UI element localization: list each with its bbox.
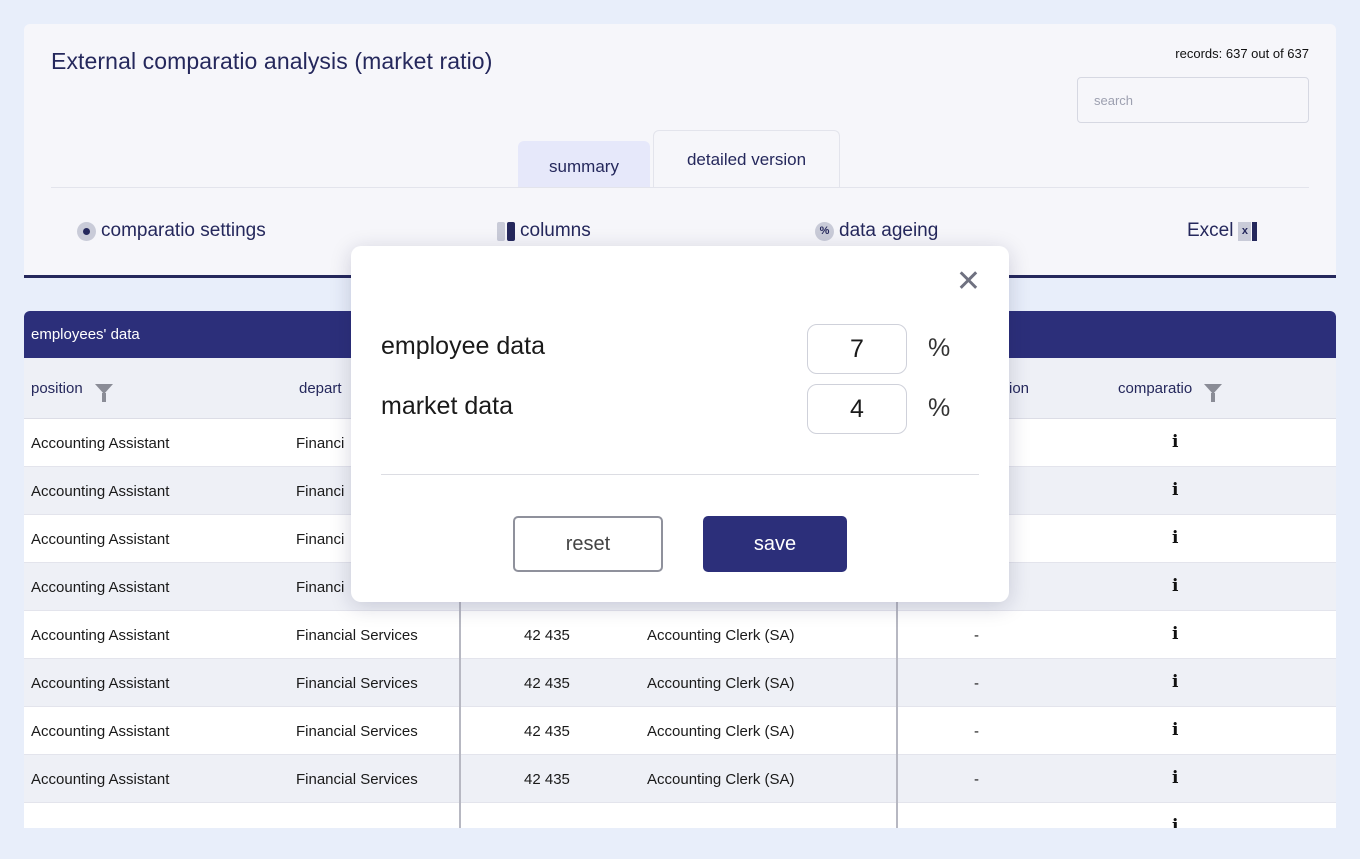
table-row[interactable]: Accounting Assistant Financial Services 42… bbox=[24, 611, 1336, 659]
close-icon[interactable]: ✕ bbox=[956, 264, 981, 299]
tab-detailed-label: detailed version bbox=[686, 149, 807, 169]
gear-icon bbox=[77, 221, 96, 241]
reset-button[interactable]: reset bbox=[513, 516, 663, 572]
cell-market-position: Accounting Clerk (SA) bbox=[647, 675, 795, 692]
percent-icon: % bbox=[815, 221, 834, 241]
info-icon[interactable]: i bbox=[1172, 816, 1178, 828]
cell-salary: 42 435 bbox=[524, 771, 570, 788]
column-market-position-label: ion bbox=[1009, 380, 1030, 397]
column-position[interactable]: position bbox=[31, 380, 113, 402]
cell-position: Accounting Assistant bbox=[31, 579, 170, 596]
info-icon[interactable]: i bbox=[1172, 528, 1178, 548]
cell-position: Accounting Assistant bbox=[31, 675, 170, 692]
column-department-label: depart bbox=[299, 380, 342, 397]
excel-label: Excel bbox=[1187, 220, 1234, 241]
excel-icon-letter: x bbox=[1238, 221, 1252, 241]
comparatio-settings-button[interactable]: comparatio settings bbox=[77, 220, 266, 242]
save-button[interactable]: save bbox=[703, 516, 847, 572]
employees-data-group: employees' data bbox=[31, 326, 140, 343]
cell-position: Accounting Assistant bbox=[31, 435, 170, 452]
column-comparatio-label: comparatio bbox=[1118, 380, 1193, 397]
employee-data-input[interactable] bbox=[807, 324, 907, 374]
table-row[interactable]: Accounting Assistant Financial Services 42… bbox=[24, 659, 1336, 707]
cell-comparatio-value: - bbox=[974, 627, 979, 644]
cell-department: Financial Services bbox=[296, 723, 418, 740]
page-title: External comparatio analysis (market rat… bbox=[51, 48, 493, 74]
cell-salary: 42 435 bbox=[524, 675, 570, 692]
cell-position: Accounting Assistant bbox=[31, 771, 170, 788]
cell-department: Financi bbox=[296, 531, 345, 548]
cell-market-position: Accounting Clerk (SA) bbox=[647, 771, 795, 788]
column-comparatio[interactable]: comparatio bbox=[1118, 380, 1223, 402]
table-row[interactable]: Accounting Assistant Financial Services 42… bbox=[24, 707, 1336, 755]
market-data-input[interactable] bbox=[807, 384, 907, 434]
info-icon[interactable]: i bbox=[1172, 768, 1178, 788]
info-icon[interactable]: i bbox=[1172, 720, 1178, 740]
table-row[interactable]: i bbox=[24, 803, 1336, 828]
excel-icon: x bbox=[1238, 221, 1258, 241]
employee-data-unit: % bbox=[928, 334, 951, 362]
cell-comparatio-value: - bbox=[974, 771, 979, 788]
columns-button[interactable]: columns bbox=[497, 220, 591, 242]
cell-comparatio-value: - bbox=[974, 675, 979, 692]
cell-department: Financial Services bbox=[296, 627, 418, 644]
columns-icon bbox=[497, 221, 515, 241]
info-icon[interactable]: i bbox=[1172, 432, 1178, 452]
info-icon[interactable]: i bbox=[1172, 624, 1178, 644]
cell-salary: 42 435 bbox=[524, 627, 570, 644]
cell-department: Financial Services bbox=[296, 771, 418, 788]
records-count: records: 637 out of 637 bbox=[1175, 46, 1309, 61]
modal-divider bbox=[381, 474, 979, 475]
filter-icon[interactable] bbox=[94, 383, 113, 402]
info-icon[interactable]: i bbox=[1172, 480, 1178, 500]
column-department[interactable]: depart bbox=[299, 380, 342, 397]
cell-position: Accounting Assistant bbox=[31, 627, 170, 644]
tabs-divider bbox=[51, 187, 1309, 188]
comparatio-settings-label: comparatio settings bbox=[101, 220, 266, 241]
data-ageing-button[interactable]: % data ageing bbox=[815, 220, 938, 242]
info-icon[interactable]: i bbox=[1172, 576, 1178, 596]
cell-position: Accounting Assistant bbox=[31, 531, 170, 548]
cell-position: Accounting Assistant bbox=[31, 483, 170, 500]
market-data-unit: % bbox=[928, 394, 951, 422]
tab-summary[interactable]: summary bbox=[518, 141, 650, 187]
cell-department: Financi bbox=[296, 435, 345, 452]
column-position-label: position bbox=[31, 380, 83, 397]
cell-market-position: Accounting Clerk (SA) bbox=[647, 627, 795, 644]
market-data-label: market data bbox=[381, 392, 514, 420]
columns-label: columns bbox=[520, 220, 591, 241]
filter-icon[interactable] bbox=[1204, 383, 1223, 402]
table-row[interactable]: Accounting Assistant Financial Services 42… bbox=[24, 755, 1336, 803]
cell-comparatio-value: - bbox=[974, 723, 979, 740]
cell-department: Financi bbox=[296, 483, 345, 500]
comparatio-settings-modal: ✕ employee data % market data % reset sa… bbox=[351, 246, 1009, 602]
cell-market-position: Accounting Clerk (SA) bbox=[647, 723, 795, 740]
cell-department: Financial Services bbox=[296, 675, 418, 692]
employee-data-label: employee data bbox=[381, 332, 546, 360]
tab-summary-label: summary bbox=[549, 157, 619, 176]
data-ageing-label: data ageing bbox=[839, 220, 939, 241]
tab-detailed-version[interactable]: detailed version bbox=[653, 130, 840, 188]
excel-button[interactable]: Excel x bbox=[1187, 220, 1258, 242]
search-input[interactable] bbox=[1077, 77, 1309, 123]
column-market-position[interactable]: ion bbox=[1009, 380, 1029, 397]
cell-position: Accounting Assistant bbox=[31, 723, 170, 740]
header-card: External comparatio analysis (market rat… bbox=[24, 24, 1336, 278]
cell-department: Financi bbox=[296, 579, 345, 596]
info-icon[interactable]: i bbox=[1172, 672, 1178, 692]
cell-salary: 42 435 bbox=[524, 723, 570, 740]
